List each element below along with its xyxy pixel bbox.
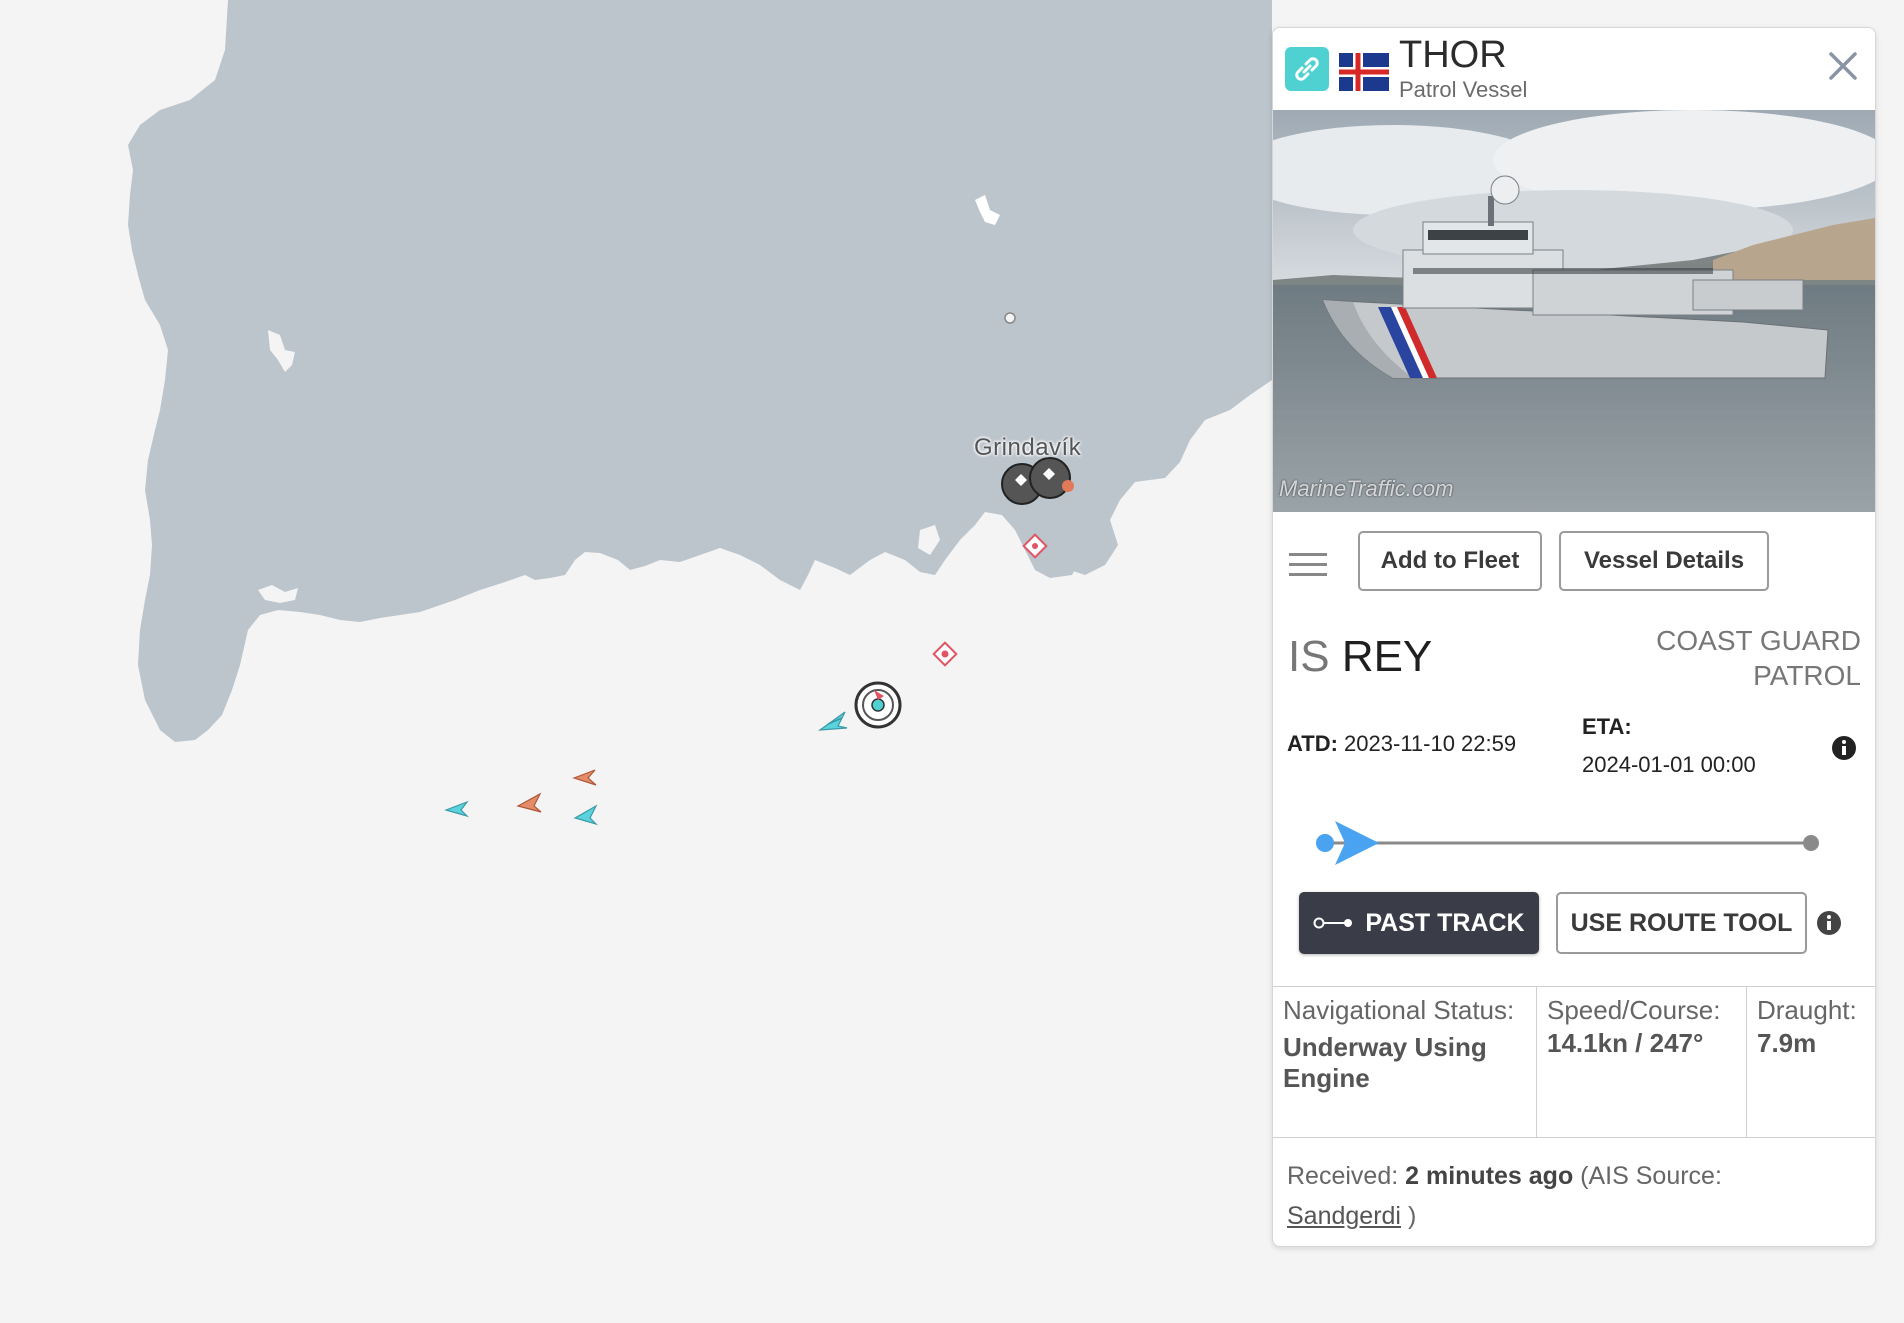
ais-source-prefix: (AIS Source: xyxy=(1580,1162,1722,1190)
place-label-grindavik: Grindavík xyxy=(974,434,1082,461)
draught-label: Draught: xyxy=(1757,995,1857,1025)
speed-course-value: 14.1kn / 247° xyxy=(1547,1028,1704,1058)
atd-label: ATD: xyxy=(1287,731,1338,756)
flag-code: IS xyxy=(1288,632,1330,681)
vessel-name: THOR xyxy=(1399,34,1507,76)
voyage-progress-bar xyxy=(1316,821,1819,865)
vessel-category: COAST GUARD PATROL xyxy=(1656,625,1861,691)
eta-value: 2024-01-01 00:00 xyxy=(1582,752,1756,777)
add-to-fleet-button[interactable]: Add to Fleet xyxy=(1358,531,1542,591)
draught-cell: Draught: 7.9m xyxy=(1747,987,1875,1137)
ais-source-link[interactable]: Sandgerdi xyxy=(1287,1202,1401,1230)
link-icon[interactable] xyxy=(1285,47,1329,91)
panel-header: THOR Patrol Vessel xyxy=(1273,28,1875,110)
vessel-details-button[interactable]: Vessel Details xyxy=(1559,531,1769,591)
menu-icon[interactable] xyxy=(1289,551,1327,579)
speed-course-label: Speed/Course: xyxy=(1547,995,1721,1025)
nav-status-value: Underway Using Engine xyxy=(1283,1032,1487,1093)
past-track-button[interactable]: PAST TRACK xyxy=(1299,892,1539,954)
iceland-flag-icon xyxy=(1339,53,1389,91)
draught-value: 7.9m xyxy=(1757,1028,1817,1058)
vessel-photo[interactable] xyxy=(1273,110,1875,512)
port-code: REY xyxy=(1341,632,1433,681)
eta-label: ETA: xyxy=(1582,714,1632,739)
atd-value: 2023-11-10 22:59 xyxy=(1344,731,1517,756)
info-icon[interactable] xyxy=(1831,735,1857,761)
track-icon xyxy=(1313,917,1353,929)
vessel-info-panel: THOR Patrol Vessel MarineTraffic.com Add… xyxy=(1272,27,1876,1247)
ais-source-suffix: ) xyxy=(1407,1202,1417,1230)
nav-status-label: Navigational Status: xyxy=(1283,995,1515,1025)
received-label: Received: xyxy=(1287,1162,1399,1190)
received-value: 2 minutes ago xyxy=(1405,1162,1574,1190)
vessel-position-arrow-icon xyxy=(1316,821,1379,865)
received-info: Received: 2 minutes ago (AIS Source: San… xyxy=(1287,1156,1857,1236)
vessel-flag-port: IS REY xyxy=(1288,632,1432,682)
nav-status-cell: Navigational Status: Underway Using Engi… xyxy=(1273,987,1537,1137)
selected-vessel-marker xyxy=(854,681,902,729)
vessel-status-grid: Navigational Status: Underway Using Engi… xyxy=(1273,986,1875,1138)
photo-watermark: MarineTraffic.com xyxy=(1279,476,1454,501)
info-icon[interactable] xyxy=(1816,910,1842,936)
past-track-label: PAST TRACK xyxy=(1365,908,1525,937)
atd: ATD: 2023-11-10 22:59 xyxy=(1287,731,1516,757)
speed-course-cell: Speed/Course: 14.1kn / 247° xyxy=(1537,987,1747,1137)
close-icon[interactable] xyxy=(1825,48,1861,84)
vessel-type: Patrol Vessel xyxy=(1399,77,1528,102)
use-route-tool-button[interactable]: USE ROUTE TOOL xyxy=(1556,892,1807,954)
